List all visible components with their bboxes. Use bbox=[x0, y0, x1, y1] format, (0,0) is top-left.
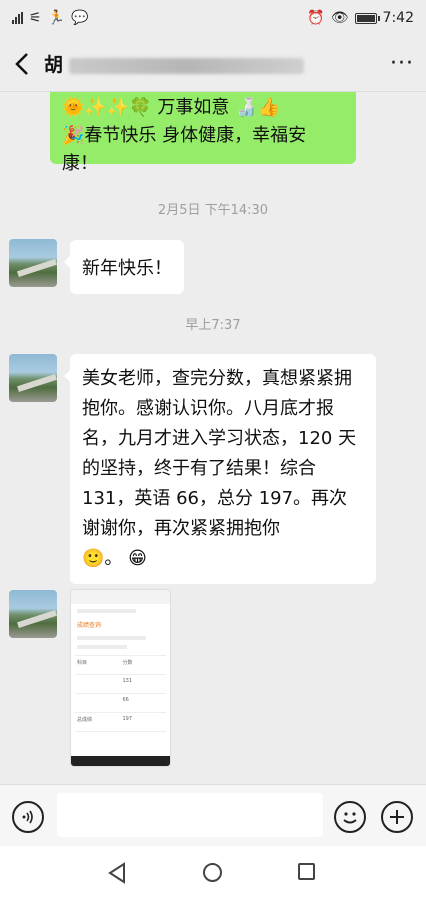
alarm-icon: ⏰ bbox=[307, 10, 325, 26]
square-recent-icon[interactable] bbox=[298, 863, 315, 880]
signal-icon bbox=[12, 12, 23, 24]
received-message-bubble-1[interactable]: 新年快乐！ bbox=[64, 240, 184, 294]
android-nav-bar bbox=[0, 846, 426, 900]
smiling-face-emoji-icon: 🙂 bbox=[82, 548, 105, 569]
chat-title: 胡 bbox=[44, 50, 378, 77]
wechat-icon: 💬 bbox=[71, 10, 89, 26]
clock: 7:42 bbox=[382, 10, 414, 26]
chat-title-text: 胡 bbox=[44, 54, 64, 76]
table-row: 科目 分数 bbox=[75, 656, 166, 675]
chat-area[interactable]: 🌞✨✨🍀 万事如意 🍶👍 🎉春节快乐 身体健康，幸福安 康！ 2月5日 下午14… bbox=[0, 92, 426, 784]
voice-input-button[interactable] bbox=[12, 801, 44, 833]
thumb-score-table: 科目 分数 131 66 总成绩 197 bbox=[75, 655, 166, 732]
message-text: 美女老师，查完分数，真想紧紧拥抱你。感谢认识你。八月底才报名，九月才进入学习状态… bbox=[82, 368, 357, 539]
timestamp-2: 早上7:37 bbox=[185, 318, 241, 333]
thumb-nav-bar bbox=[71, 756, 170, 766]
message-input[interactable] bbox=[57, 793, 323, 837]
plus-button[interactable] bbox=[381, 801, 413, 833]
chat-title-redacted bbox=[69, 57, 305, 74]
contact-avatar[interactable] bbox=[9, 590, 57, 638]
timestamp-1: 2月5日 下午14:30 bbox=[157, 203, 269, 218]
battery-icon bbox=[354, 12, 380, 24]
back-arrow-icon bbox=[15, 52, 28, 75]
thumb-top-bar bbox=[71, 590, 170, 604]
wifi-off-icon: ⚟ bbox=[29, 10, 42, 26]
emoji-icon bbox=[343, 812, 357, 824]
voice-icon bbox=[22, 810, 33, 824]
circle-home-icon[interactable] bbox=[203, 863, 222, 882]
sent-message-bubble[interactable]: 🌞✨✨🍀 万事如意 🍶👍 🎉春节快乐 身体健康，幸福安 康！ bbox=[50, 92, 356, 174]
eye-icon: 👁 bbox=[330, 10, 349, 26]
sent-message-line-1: 🌞✨✨🍀 万事如意 🍶👍 bbox=[62, 97, 280, 118]
thumb-title: 成绩查询 bbox=[77, 622, 102, 629]
more-options-button[interactable]: ··· bbox=[378, 51, 426, 76]
back-button[interactable] bbox=[0, 36, 44, 92]
plus-icon bbox=[390, 810, 404, 824]
chat-header: 胡 ··· bbox=[0, 36, 426, 92]
image-message-score-screenshot[interactable]: 成绩查询 科目 分数 131 66 总成绩 197 bbox=[70, 589, 171, 767]
contact-avatar[interactable] bbox=[9, 354, 57, 402]
table-row: 66 bbox=[75, 694, 166, 713]
running-person-icon: 🏃 bbox=[47, 10, 65, 26]
input-bar bbox=[0, 784, 426, 846]
sent-message-line-3: 康！ bbox=[62, 153, 98, 174]
table-row: 131 bbox=[75, 675, 166, 694]
grinning-face-emoji-icon: 😁 bbox=[128, 548, 147, 569]
sent-message-line-2: 🎉春节快乐 身体健康，幸福安 bbox=[62, 125, 307, 146]
emoji-button[interactable] bbox=[334, 801, 366, 833]
contact-avatar[interactable] bbox=[9, 239, 57, 287]
received-message-bubble-2[interactable]: 美女老师，查完分数，真想紧紧拥抱你。感谢认识你。八月底才报名，九月才进入学习状态… bbox=[64, 354, 376, 584]
status-bar: ⚟ 🏃 💬 ⏰ 👁 7:42 bbox=[0, 0, 426, 36]
triangle-back-icon[interactable] bbox=[107, 862, 127, 884]
table-row: 总成绩 197 bbox=[75, 713, 166, 732]
